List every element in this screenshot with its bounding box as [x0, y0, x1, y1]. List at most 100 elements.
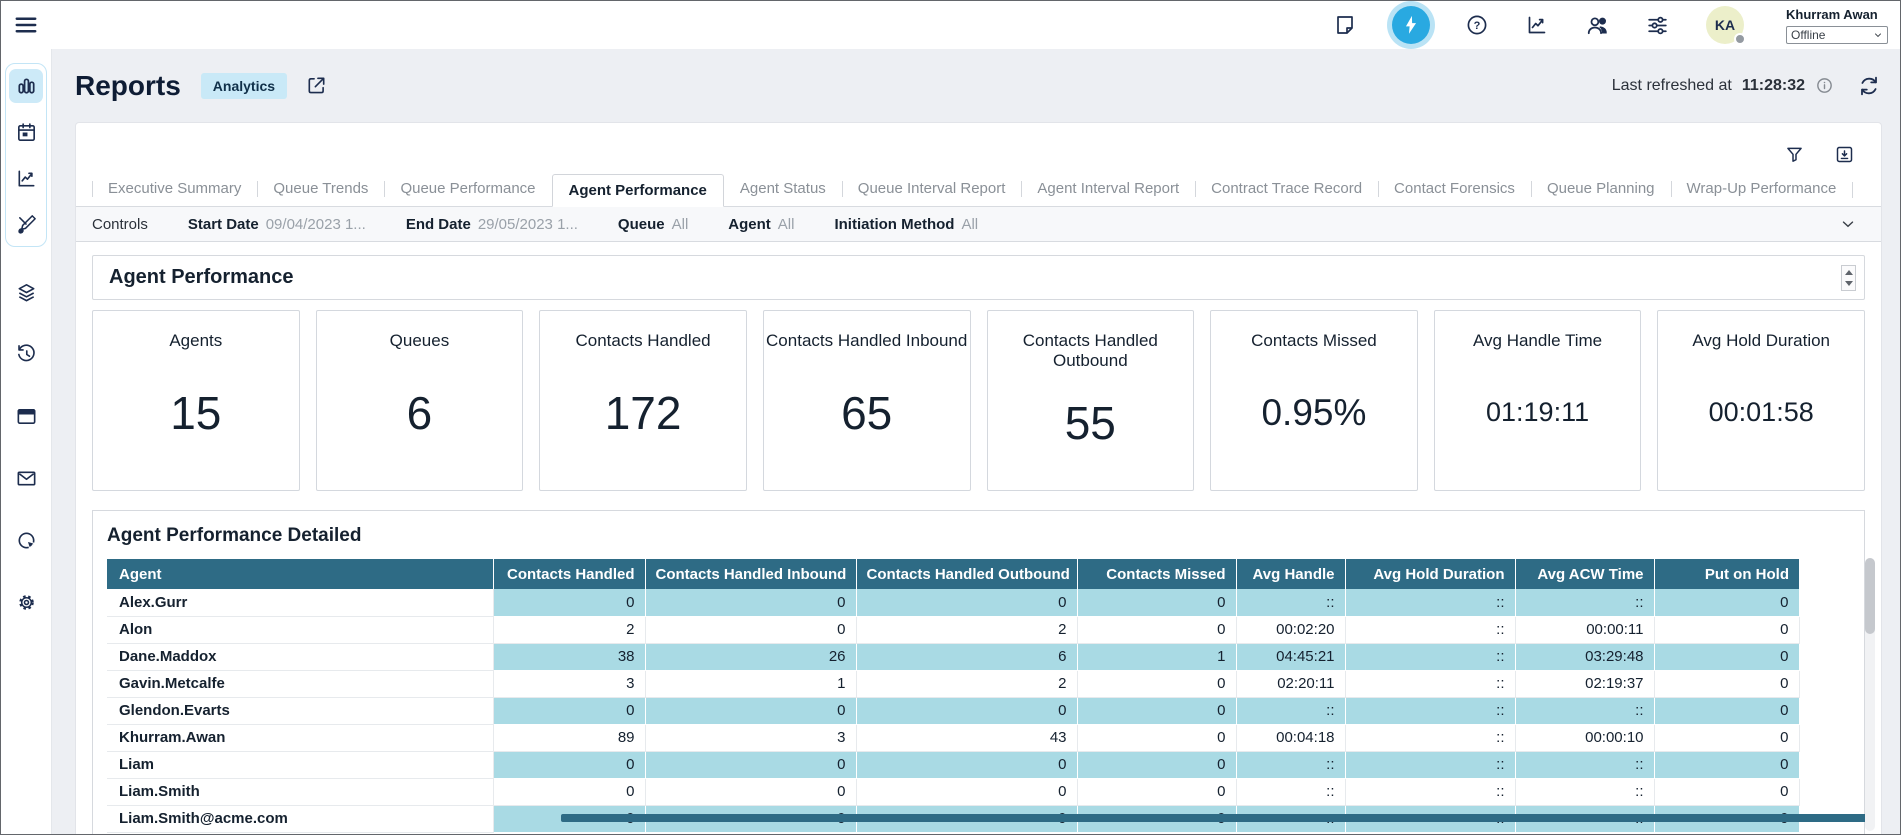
table-cell: 38	[493, 643, 645, 670]
users-button[interactable]	[1584, 12, 1610, 38]
agent-name-cell: Khurram.Awan	[107, 724, 493, 751]
tab-queue-interval-report[interactable]: Queue Interval Report	[842, 173, 1022, 206]
kpi-card-contacts-missed: Contacts Missed 0.95%	[1210, 310, 1418, 491]
table-cell: 0	[1077, 724, 1236, 751]
column-header-contacts-missed[interactable]: Contacts Missed	[1077, 559, 1236, 589]
user-block: Khurram Awan Offline	[1786, 7, 1888, 44]
table-cell: ::	[1345, 751, 1515, 778]
sidebar-item-reports[interactable]	[9, 69, 43, 103]
column-header-contacts-handled[interactable]: Contacts Handled	[493, 559, 645, 589]
report-body: Agent Performance Agents 15 Queues 6	[76, 242, 1881, 835]
column-header-contacts-handled-inbound[interactable]: Contacts Handled Inbound	[645, 559, 856, 589]
table-cell: ::	[1236, 778, 1345, 805]
tab-executive-summary[interactable]: Executive Summary	[92, 173, 257, 206]
svg-text:?: ?	[1474, 20, 1481, 32]
users-icon	[1585, 13, 1610, 38]
info-icon[interactable]	[1815, 76, 1834, 95]
agent-filter[interactable]: Agent All	[728, 216, 794, 233]
agent-name-cell: Dane.Maddox	[107, 643, 493, 670]
user-avatar[interactable]: KA	[1706, 6, 1744, 44]
section-stepper[interactable]	[1841, 265, 1856, 291]
tab-contact-forensics[interactable]: Contact Forensics	[1378, 173, 1531, 206]
topbar: ? KA Khurram Awan Offline	[1, 1, 1900, 49]
kpi-value: 65	[841, 351, 892, 490]
table-cell: 1	[1077, 643, 1236, 670]
start-date-value: 09/04/2023 1...	[266, 216, 366, 233]
flash-button[interactable]	[1392, 6, 1430, 44]
offline-status-dot	[1734, 33, 1746, 45]
open-in-new-button[interactable]	[303, 73, 329, 99]
tab-agent-interval-report[interactable]: Agent Interval Report	[1021, 173, 1195, 206]
help-button[interactable]: ?	[1464, 12, 1490, 38]
kpi-label: Contacts Handled Inbound	[766, 331, 967, 351]
tab-separator	[1852, 182, 1853, 198]
table-cell: 0	[1077, 751, 1236, 778]
filter-button[interactable]	[1781, 141, 1807, 167]
controls-collapse-button[interactable]	[1835, 211, 1861, 237]
column-header-avg-hold-duration[interactable]: Avg Hold Duration	[1345, 559, 1515, 589]
column-header-avg-acw-time[interactable]: Avg ACW Time	[1515, 559, 1654, 589]
tab-queue-planning[interactable]: Queue Planning	[1531, 173, 1671, 206]
column-header-agent[interactable]: Agent	[107, 559, 493, 589]
kpi-value: 172	[605, 351, 682, 490]
preferences-button[interactable]	[1644, 12, 1670, 38]
queue-label: Queue	[618, 216, 665, 233]
table-cell: 2	[856, 670, 1077, 697]
download-button[interactable]	[1831, 141, 1857, 167]
initiation-method-filter[interactable]: Initiation Method All	[834, 216, 978, 233]
end-date-filter[interactable]: End Date 29/05/2023 1...	[406, 216, 578, 233]
tab-agent-status[interactable]: Agent Status	[724, 173, 842, 206]
tab-contract-trace-record[interactable]: Contract Trace Record	[1195, 173, 1378, 206]
sidebar-item-schedule[interactable]	[9, 115, 43, 149]
metrics-button[interactable]	[1524, 12, 1550, 38]
kpi-card-agents: Agents 15	[92, 310, 300, 491]
sidebar-item-history[interactable]	[9, 337, 43, 371]
table-cell: 0	[645, 751, 856, 778]
tab-agent-performance[interactable]: Agent Performance	[552, 174, 724, 207]
kpi-value: 01:19:11	[1486, 351, 1589, 490]
kpi-card-contacts-handled-inbound: Contacts Handled Inbound 65	[763, 310, 971, 491]
vertical-scrollbar-thumb[interactable]	[1865, 558, 1875, 634]
sidebar-item-settings[interactable]	[9, 585, 43, 619]
table-cell: 0	[493, 697, 645, 724]
status-select[interactable]: Offline	[1786, 26, 1888, 44]
table-cell: 0	[856, 778, 1077, 805]
sidebar-item-dashboards[interactable]	[9, 523, 43, 557]
start-date-filter[interactable]: Start Date 09/04/2023 1...	[188, 216, 366, 233]
agent-value: All	[778, 216, 795, 233]
column-header-put-on-hold[interactable]: Put on Hold	[1654, 559, 1799, 589]
report-toolbar	[76, 123, 1881, 173]
kpi-label: Avg Hold Duration	[1692, 331, 1830, 351]
table-cell: 03:29:48	[1515, 643, 1654, 670]
horizontal-scrollbar[interactable]	[561, 814, 1867, 822]
notes-button[interactable]	[1332, 12, 1358, 38]
hamburger-menu-button[interactable]	[13, 12, 39, 38]
sidebar-group-analytics	[5, 63, 47, 247]
kpi-value: 15	[170, 351, 221, 490]
vertical-scrollbar[interactable]	[1865, 558, 1875, 831]
kpi-value: 0.95%	[1261, 351, 1366, 490]
table-row: Liam.Smith 0 0 0 0 :: :: :: 0	[107, 778, 1799, 805]
analytics-badge: Analytics	[201, 73, 287, 99]
sidebar-item-workspace[interactable]	[9, 399, 43, 433]
refresh-button[interactable]	[1856, 73, 1882, 99]
sidebar-item-designer[interactable]	[9, 207, 43, 241]
queue-filter[interactable]: Queue All	[618, 216, 688, 233]
status-select-value: Offline	[1791, 28, 1825, 42]
design-icon	[15, 213, 38, 236]
reports-card: Executive Summary Queue Trends Queue Per…	[75, 122, 1882, 835]
sidebar-item-flows[interactable]	[9, 275, 43, 309]
column-header-avg-handle[interactable]: Avg Handle	[1236, 559, 1345, 589]
sidebar-item-email[interactable]	[9, 461, 43, 495]
tab-wrap-up-performance[interactable]: Wrap-Up Performance	[1671, 173, 1853, 206]
last-refreshed-label: Last refreshed at	[1612, 77, 1732, 95]
agent-name-cell: Alex.Gurr	[107, 589, 493, 616]
table-cell: 0	[1654, 724, 1799, 751]
table-cell: ::	[1345, 670, 1515, 697]
tab-queue-performance[interactable]: Queue Performance	[384, 173, 551, 206]
column-header-contacts-handled-outbound[interactable]: Contacts Handled Outbound	[856, 559, 1077, 589]
kpi-label: Contacts Handled Outbound	[988, 331, 1194, 371]
agent-name-cell: Liam	[107, 751, 493, 778]
tab-queue-trends[interactable]: Queue Trends	[257, 173, 384, 206]
sidebar-item-metrics[interactable]	[9, 161, 43, 195]
